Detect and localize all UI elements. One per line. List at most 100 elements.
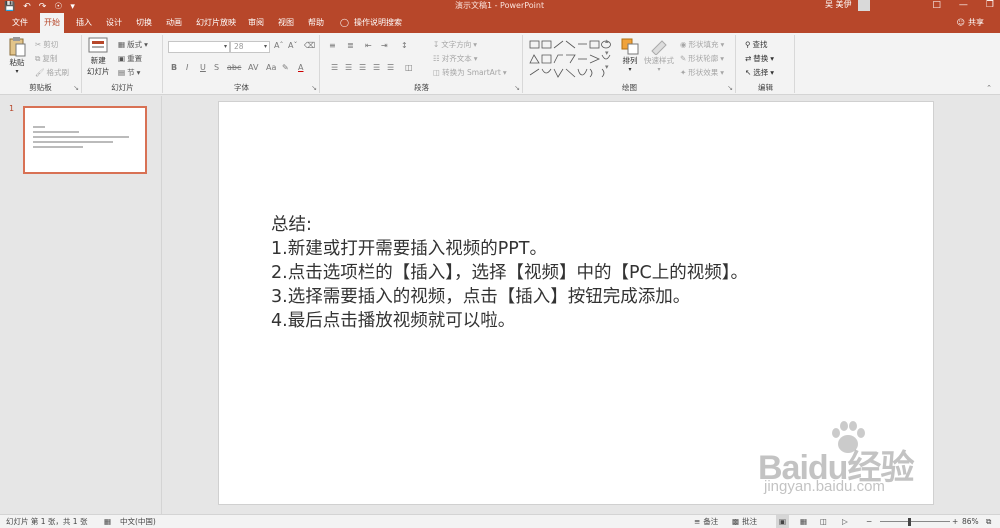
align-center-icon[interactable]: ☰	[345, 63, 352, 72]
shape-fill-button[interactable]: ◉ 形状填充 ▾	[680, 39, 724, 50]
user-name[interactable]: 吴 美伊	[825, 0, 852, 13]
columns-icon[interactable]: ◫	[405, 63, 413, 72]
tell-me-search[interactable]: ◯ 操作说明搜索	[340, 13, 402, 33]
shape-effects-button[interactable]: ✦ 形状效果 ▾	[680, 67, 724, 78]
zoom-slider-handle[interactable]	[908, 518, 911, 526]
reset-button[interactable]: ▣ 重置	[118, 53, 142, 64]
save-icon[interactable]: 💾	[4, 2, 15, 12]
justify-icon[interactable]: ☰	[373, 63, 380, 72]
tell-me-label: 操作说明搜索	[353, 18, 402, 27]
tab-transitions[interactable]: 切换	[132, 13, 156, 33]
tab-home[interactable]: 开始	[40, 13, 64, 33]
clear-formatting-icon[interactable]: ⌫	[304, 41, 315, 50]
thumb-text-line	[33, 131, 79, 133]
arrange-button[interactable]: 排列 ▾	[620, 37, 640, 73]
start-from-beginning-icon[interactable]: ☉	[54, 2, 62, 12]
avatar[interactable]	[858, 0, 870, 11]
normal-view-icon[interactable]: ▣	[776, 515, 790, 528]
bold-icon[interactable]: B	[171, 63, 177, 72]
line-spacing-icon[interactable]: ↕	[401, 41, 408, 50]
slide-thumbnail[interactable]	[23, 106, 147, 174]
select-button[interactable]: ↖ 选择 ▾	[745, 67, 774, 78]
collapse-ribbon-icon[interactable]: ⌃	[986, 84, 992, 92]
undo-icon[interactable]: ↶	[23, 2, 31, 12]
tab-insert[interactable]: 插入	[72, 13, 96, 33]
gallery-scroll-down-icon[interactable]: ▾	[605, 49, 609, 57]
bullets-icon[interactable]: ≡	[329, 41, 336, 50]
zoom-slider-track[interactable]	[880, 521, 950, 522]
font-color-icon[interactable]: A	[298, 63, 303, 72]
slideshow-icon[interactable]: ▷	[842, 515, 848, 528]
slide-text-box[interactable]: 总结: 1.新建或打开需要插入视频的PPT。 2.点击选项栏的【插入】，选择【视…	[271, 213, 748, 333]
comments-button[interactable]: ▩ 批注	[732, 515, 757, 528]
clipboard-group-label: 剪贴板	[29, 83, 52, 92]
copy-button[interactable]: ⧉ 复制	[35, 53, 57, 64]
convert-smartart-button[interactable]: ◫ 转换为 SmartArt ▾	[433, 67, 507, 78]
decrease-indent-icon[interactable]: ⇤	[365, 41, 372, 50]
dialog-launcher-icon[interactable]: ↘	[727, 84, 733, 92]
tab-help[interactable]: 帮助	[304, 13, 328, 33]
chevron-down-icon: ▾	[263, 43, 267, 50]
font-size-combo[interactable]: 28 ▾	[230, 41, 270, 53]
shapes-gallery[interactable]	[528, 39, 614, 79]
chevron-down-icon: ▾	[628, 66, 632, 73]
paste-button[interactable]: 粘贴 ▾	[8, 37, 26, 75]
underline-icon[interactable]: U	[200, 63, 206, 72]
zoom-in-icon[interactable]: +	[952, 515, 958, 528]
align-right-icon[interactable]: ☰	[359, 63, 366, 72]
minimize-icon[interactable]: —	[959, 0, 968, 13]
layout-icon: ▦	[118, 40, 126, 49]
slide-sorter-icon[interactable]: ▦	[800, 515, 807, 528]
dialog-launcher-icon[interactable]: ↘	[311, 84, 317, 92]
reading-view-icon[interactable]: ◫	[820, 515, 827, 528]
zoom-out-icon[interactable]: −	[866, 515, 872, 528]
grow-font-icon[interactable]: Aˆ	[274, 41, 283, 50]
layout-button[interactable]: ▦ 版式 ▾	[118, 39, 148, 50]
change-case-icon[interactable]: Aa	[266, 63, 276, 72]
language-status[interactable]: 中文(中国)	[120, 515, 156, 528]
shadow-icon[interactable]: S	[214, 63, 219, 72]
cut-button[interactable]: ✂ 剪切	[35, 39, 58, 50]
spell-check-icon[interactable]: ▦	[104, 515, 111, 528]
customize-qat-icon[interactable]: ▾	[70, 2, 75, 12]
gallery-more-icon[interactable]: ▾	[605, 63, 609, 71]
distributed-icon[interactable]: ☰	[387, 63, 394, 72]
redo-icon[interactable]: ↷	[39, 2, 47, 12]
align-left-icon[interactable]: ☰	[331, 63, 338, 72]
tab-view[interactable]: 视图	[274, 13, 298, 33]
paint-bucket-icon: ◉	[680, 40, 687, 49]
font-name-combo[interactable]: ▾	[168, 41, 230, 53]
italic-icon[interactable]: I	[186, 63, 188, 72]
shape-outline-button[interactable]: ✎ 形状轮廓 ▾	[680, 53, 724, 64]
slide-thumbnail-pane: 1	[0, 96, 162, 514]
increase-indent-icon[interactable]: ⇥	[381, 41, 388, 50]
find-button[interactable]: ⚲ 查找	[745, 39, 768, 50]
tab-design[interactable]: 设计	[102, 13, 126, 33]
strikethrough-icon[interactable]: abc	[227, 63, 241, 72]
zoom-level[interactable]: 86%	[962, 515, 979, 528]
new-slide-button[interactable]: 新建 幻灯片	[87, 37, 110, 77]
tab-review[interactable]: 审阅	[244, 13, 268, 33]
align-text-button[interactable]: ☷ 对齐文本 ▾	[433, 53, 478, 64]
gallery-scroll-up-icon[interactable]: ▴	[605, 37, 609, 45]
fit-to-window-icon[interactable]: ⧉	[986, 515, 991, 528]
replace-button[interactable]: ⇄ 替换 ▾	[745, 53, 774, 64]
character-spacing-icon[interactable]: AV	[248, 63, 258, 72]
text-direction-button[interactable]: ↧ 文字方向 ▾	[433, 39, 477, 50]
shrink-font-icon[interactable]: Aˇ	[288, 41, 297, 50]
share-button[interactable]: ☺ 共享	[957, 13, 984, 33]
tab-slideshow[interactable]: 幻灯片放映	[192, 13, 240, 33]
maximize-icon[interactable]: ❐	[986, 0, 994, 13]
ribbon-display-icon[interactable]: □	[932, 0, 941, 13]
dialog-launcher-icon[interactable]: ↘	[514, 84, 520, 92]
format-painter-button[interactable]: 🖌 格式刷	[35, 67, 69, 78]
dialog-launcher-icon[interactable]: ↘	[73, 84, 79, 92]
section-button[interactable]: ▤ 节 ▾	[118, 67, 140, 78]
notes-button[interactable]: ≡ 备注	[694, 515, 718, 528]
numbering-icon[interactable]: ≣	[347, 41, 354, 50]
tab-file[interactable]: 文件	[8, 13, 32, 33]
highlight-icon[interactable]: ✎	[282, 63, 289, 72]
tab-animations[interactable]: 动画	[162, 13, 186, 33]
quick-styles-button[interactable]: 快速样式 ▾	[644, 37, 674, 73]
slides-group: 新建 幻灯片 ▦ 版式 ▾ ▣ 重置 ▤ 节 ▾ 幻灯片	[83, 35, 163, 93]
